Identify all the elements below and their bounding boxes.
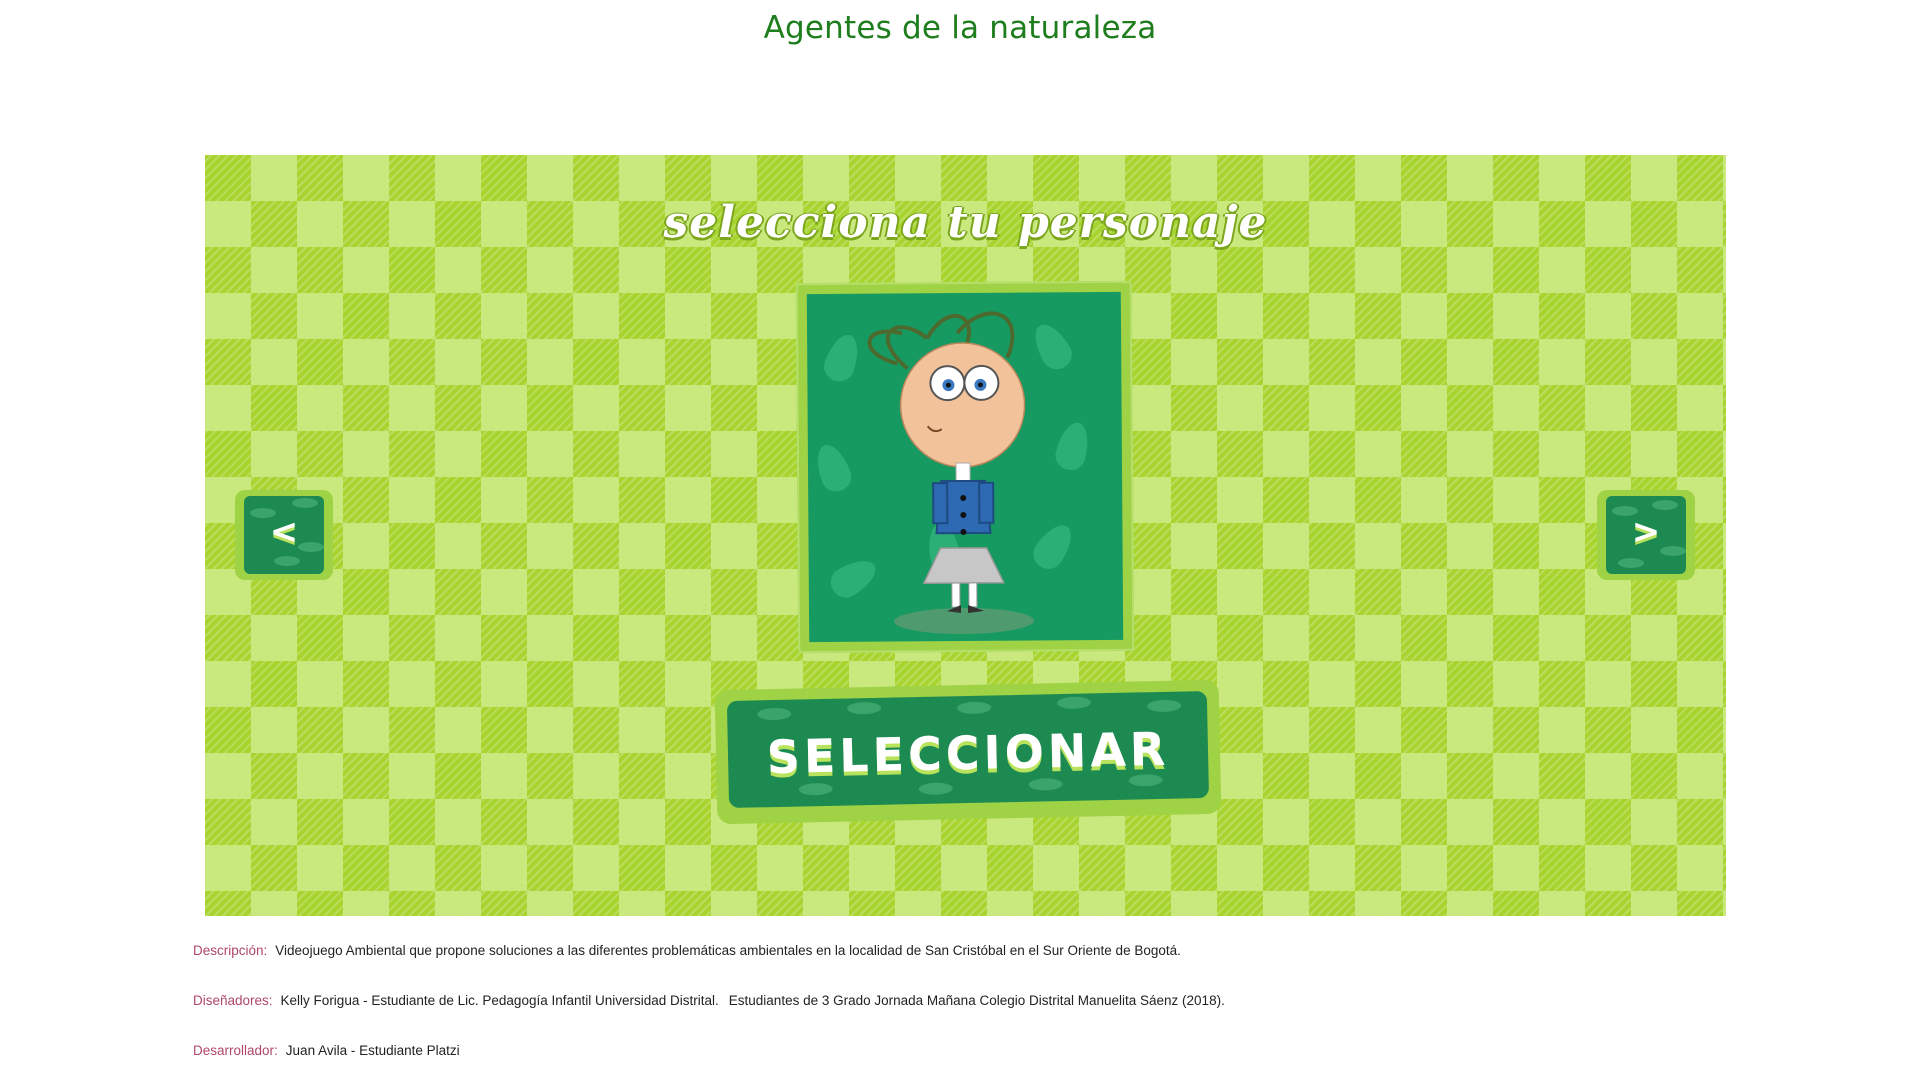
select-button-label: SELECCIONAR	[766, 721, 1170, 785]
page-title: Agentes de la naturaleza	[763, 10, 1157, 46]
developer-label: Desarrollador:	[193, 1043, 278, 1058]
character-girl-illustration	[867, 311, 1035, 635]
description-text: Videojuego Ambiental que propone solucio…	[275, 943, 1181, 958]
next-character-button[interactable]: >	[1597, 490, 1695, 580]
previous-character-button[interactable]: <	[235, 490, 333, 580]
description-label: Descripción:	[193, 943, 268, 958]
developer-row: Desarrollador: Juan Avila - Estudiante Pl…	[193, 1043, 460, 1058]
description-row: Descripción: Videojuego Ambiental que pro…	[193, 943, 1181, 958]
game-heading: selecciona tu personaje	[663, 197, 1268, 248]
chevron-left-icon: <	[269, 512, 299, 552]
chevron-right-icon: >	[1631, 512, 1661, 552]
designers-text-1: Kelly Forigua - Estudiante de Lic. Pedag…	[280, 993, 719, 1008]
character-frame	[795, 280, 1135, 654]
character-panel	[806, 291, 1124, 643]
select-character-button[interactable]: SELECCIONAR	[714, 679, 1222, 825]
designers-row: Diseñadores: Kelly Forigua - Estudiante d…	[193, 993, 1225, 1008]
designers-text-2: Estudiantes de 3 Grado Jornada Mañana Co…	[728, 993, 1225, 1008]
game-canvas[interactable]: selecciona tu personaje < > SELECCIONAR	[205, 155, 1726, 916]
developer-text: Juan Avila - Estudiante Platzi	[285, 1043, 460, 1058]
designers-label: Diseñadores:	[193, 993, 273, 1008]
